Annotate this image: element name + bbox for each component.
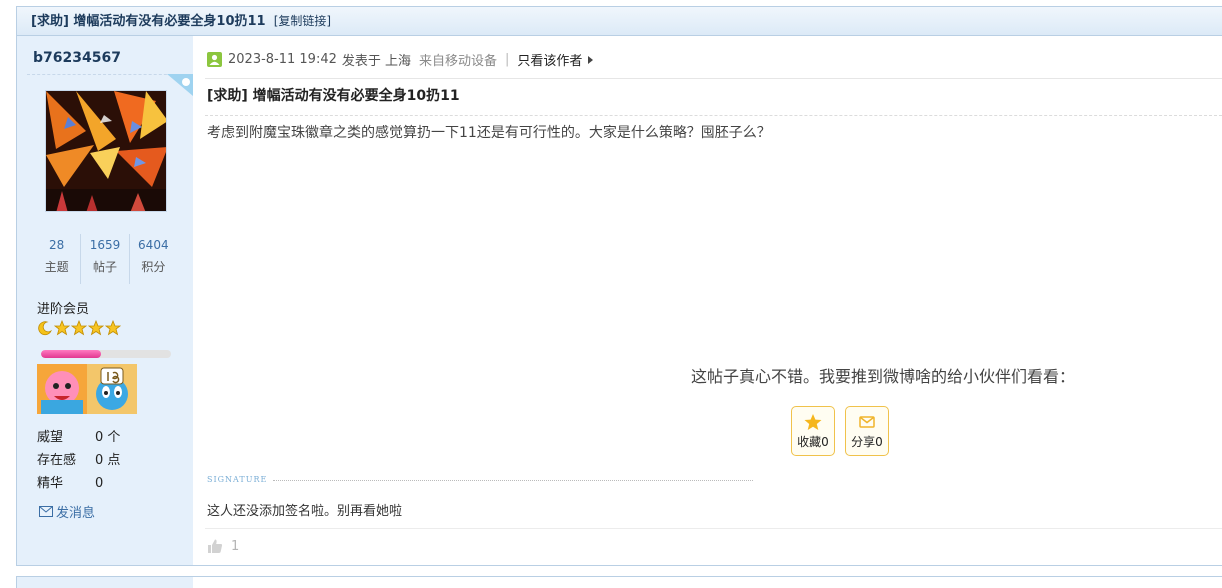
profile-value: 0 xyxy=(95,476,104,491)
share-button[interactable]: 分享0 xyxy=(845,406,889,456)
member-rank: 进阶会员 xyxy=(37,302,90,317)
stat-label: 帖子 xyxy=(92,260,117,274)
divider xyxy=(27,74,177,75)
stat-label: 主题 xyxy=(44,260,69,274)
stat-label: 积分 xyxy=(141,260,166,274)
envelope-icon xyxy=(39,506,53,517)
only-author-link[interactable]: 只看该作者 xyxy=(517,50,582,69)
level-progress-fill xyxy=(41,350,101,358)
profile-key: 精华 xyxy=(37,476,64,491)
stat-value[interactable]: 1659 xyxy=(81,234,128,256)
like-button[interactable]: 1 xyxy=(207,538,239,554)
post-title: [求助] 增幅活动有没有必要全身10扔11 xyxy=(207,88,460,104)
send-message-link[interactable]: 发消息 xyxy=(39,502,95,521)
post-location: 发表于 上海 xyxy=(341,54,412,69)
avatar-image xyxy=(46,91,166,211)
moon-icon xyxy=(38,321,52,336)
share-label: 分享0 xyxy=(851,435,883,449)
profile-info: 威望 0 个 存在感 0 点 精华 0 xyxy=(37,426,120,495)
favorite-button[interactable]: 收藏0 xyxy=(791,406,835,456)
profile-value: 0 点 xyxy=(95,453,121,468)
post: b76234567 28 主题 1659 帖子 6404 积分 进阶会员 威望 … xyxy=(16,36,1222,566)
copy-link-button[interactable]: [复制链接] xyxy=(274,14,331,28)
star-icon xyxy=(88,320,104,336)
stat-posts: 1659 帖子 xyxy=(80,234,128,284)
avatar[interactable] xyxy=(45,90,167,212)
next-post-sidebar xyxy=(17,577,193,588)
star-icon xyxy=(105,320,121,336)
stat-points: 6404 积分 xyxy=(128,234,177,284)
divider xyxy=(205,78,1222,79)
share-mail-icon xyxy=(859,416,875,428)
profile-row-prestige: 威望 0 个 xyxy=(37,426,120,449)
author-stats: 28 主题 1659 帖子 6404 积分 xyxy=(33,234,177,284)
meta-separator: | xyxy=(505,52,510,67)
post-meta: 2023-8-11 19:42 发表于 上海 来自移动设备 | 只看该作者 xyxy=(207,50,594,69)
stat-threads: 28 主题 xyxy=(33,234,80,284)
profile-key: 威望 xyxy=(37,430,64,445)
thumbs-up-icon xyxy=(208,539,223,553)
author-username[interactable]: b76234567 xyxy=(33,50,121,66)
profile-key: 存在感 xyxy=(37,453,77,468)
medal-icon[interactable] xyxy=(87,364,137,414)
author-sidebar: b76234567 28 主题 1659 帖子 6404 积分 进阶会员 威望 … xyxy=(17,36,193,565)
star-icon xyxy=(71,320,87,336)
post-datetime: 2023-8-11 19:42 xyxy=(228,52,337,67)
share-prompt: 这帖子真心不错。我要推到微博啥的给小伙伴们看看： xyxy=(691,367,1076,386)
profile-value: 0 个 xyxy=(95,430,121,445)
next-post xyxy=(16,576,1222,588)
triangle-right-icon xyxy=(588,55,594,64)
medal-icon[interactable] xyxy=(37,364,87,414)
profile-row-presence: 存在感 0 点 xyxy=(37,449,120,472)
medals xyxy=(37,364,139,414)
send-message-label: 发消息 xyxy=(56,506,96,521)
rank-stars xyxy=(37,320,121,338)
user-online-icon xyxy=(207,52,222,67)
thread-title-bar: [求助] 增幅活动有没有必要全身10扔11 [复制链接] xyxy=(16,6,1222,36)
signature-label: SIGNATURE xyxy=(207,475,268,484)
star-icon xyxy=(54,320,70,336)
divider xyxy=(205,115,1222,116)
star-icon xyxy=(804,414,822,430)
stat-value[interactable]: 28 xyxy=(33,234,80,256)
signature-text: 这人还没添加签名啦。别再看她啦 xyxy=(207,504,403,519)
favorite-label: 收藏0 xyxy=(797,435,829,449)
like-count: 1 xyxy=(231,538,240,554)
level-progress-bar xyxy=(41,350,171,358)
profile-row-digest: 精华 0 xyxy=(37,472,120,495)
stat-value[interactable]: 6404 xyxy=(130,234,177,256)
post-body: 考虑到附魔宝珠徽章之类的感觉算扔一下11还是有可行性的。大家是什么策略？囤胚子么… xyxy=(207,125,771,141)
post-device: 来自移动设备 xyxy=(419,54,498,69)
divider xyxy=(273,480,753,481)
divider xyxy=(205,528,1222,529)
post-content: 2023-8-11 19:42 发表于 上海 来自移动设备 | 只看该作者 [求… xyxy=(193,36,1222,565)
online-badge-icon xyxy=(167,74,193,96)
thread-title: [求助] 增幅活动有没有必要全身10扔11 xyxy=(31,14,266,29)
